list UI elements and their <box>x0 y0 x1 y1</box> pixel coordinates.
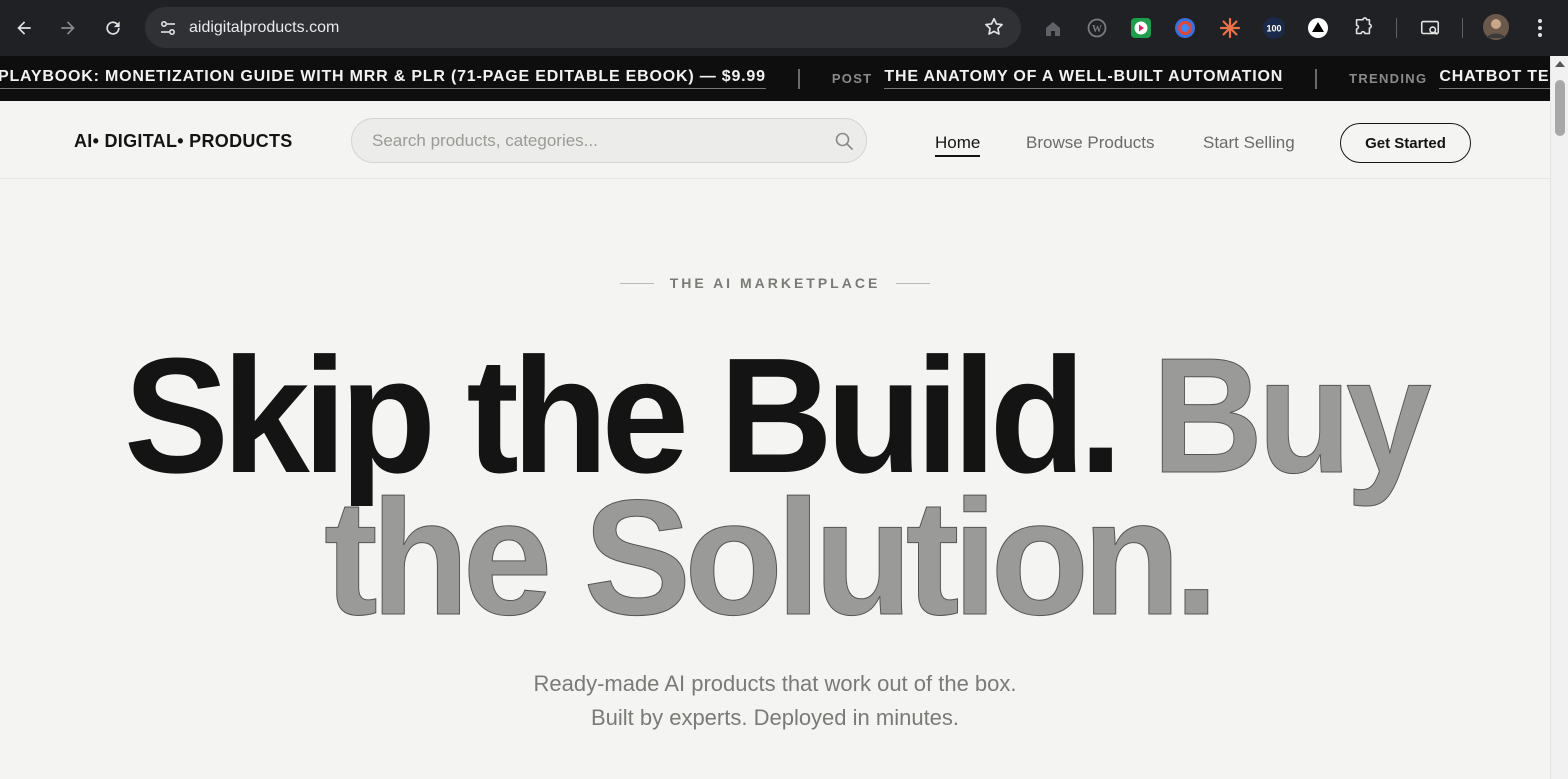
reload-button[interactable] <box>96 11 130 45</box>
menu-kebab-icon[interactable] <box>1528 16 1552 40</box>
hero-eyebrow: THE AI MARKETPLACE <box>0 275 1550 291</box>
svg-text:100: 100 <box>1266 24 1281 34</box>
site-logo[interactable]: AI• DIGITAL• PRODUCTS <box>74 131 293 152</box>
hero-subtitle-line1: Ready-made AI products that work out of … <box>533 671 1017 696</box>
toolbar-divider <box>1462 18 1463 38</box>
scroll-thumb[interactable] <box>1555 80 1565 136</box>
avatar[interactable] <box>1483 14 1509 40</box>
green-play-icon[interactable] <box>1129 16 1153 40</box>
100-badge-icon[interactable]: 100 <box>1262 16 1286 40</box>
toolbar-divider <box>1396 18 1397 38</box>
eyebrow-line-left <box>619 282 654 284</box>
hero-subtitle-line2: Built by experts. Deployed in minutes. <box>590 705 960 730</box>
browser-toolbar: aidigitalproducts.com W 100 <box>0 0 1568 56</box>
scroll-up-icon[interactable] <box>1555 61 1565 67</box>
site-settings-icon[interactable] <box>153 13 183 43</box>
eyebrow-line-right <box>896 282 931 284</box>
ticker-link[interactable]: THE ANATOMY OF A WELL-BUILT AUTOMATION <box>884 68 1284 89</box>
address-bar[interactable]: aidigitalproducts.com <box>145 7 1021 48</box>
headline-gray-solution: the Solution. <box>324 466 1212 630</box>
arrow-right-icon <box>61 21 75 35</box>
nav-browse-products[interactable]: Browse Products <box>1026 133 1155 153</box>
get-started-button[interactable]: Get Started <box>1340 123 1471 163</box>
wordpress-icon[interactable]: W <box>1085 16 1109 40</box>
svg-text:W: W <box>1092 24 1102 35</box>
eyebrow-text: THE AI MARKETPLACE <box>669 275 881 291</box>
nav-start-selling[interactable]: Start Selling <box>1203 133 1295 153</box>
search-input[interactable] <box>372 119 822 162</box>
orange-burst-icon[interactable] <box>1218 16 1242 40</box>
blue-circle-icon[interactable] <box>1173 16 1197 40</box>
ticker-item[interactable]: TRENDING CHATBOT TEMPL <box>1349 68 1550 89</box>
search-box[interactable] <box>351 118 867 163</box>
ticker-item[interactable]: PLAYBOOK: MONETIZATION GUIDE WITH MRR & … <box>0 68 766 89</box>
forward-button[interactable] <box>51 11 85 45</box>
hero-headline: Skip the Build. Buy the Solution. <box>124 330 1438 630</box>
tab-search-icon[interactable] <box>1418 16 1442 40</box>
ticker-tag: POST <box>831 71 873 86</box>
ticker-link[interactable]: PLAYBOOK: MONETIZATION GUIDE WITH MRR & … <box>0 68 766 89</box>
puzzle-icon[interactable] <box>1351 16 1375 40</box>
page-scrollbar[interactable] <box>1550 56 1568 779</box>
ticker-link[interactable]: CHATBOT TEMPL <box>1439 68 1550 89</box>
news-ticker: PLAYBOOK: MONETIZATION GUIDE WITH MRR & … <box>0 56 1550 101</box>
home-icon[interactable] <box>1041 16 1065 40</box>
arrow-left-icon <box>17 21 31 35</box>
triangle-icon[interactable] <box>1306 16 1330 40</box>
ticker-item[interactable]: POST THE ANATOMY OF A WELL-BUILT AUTOMAT… <box>831 68 1284 89</box>
search-icon[interactable] <box>834 131 854 151</box>
reload-icon <box>106 21 120 35</box>
site-header: AI• DIGITAL• PRODUCTS Home Browse Produc… <box>0 101 1550 179</box>
nav-home[interactable]: Home <box>935 133 981 157</box>
ticker-separator <box>1315 68 1318 89</box>
bookmark-star-icon[interactable] <box>983 16 1005 43</box>
ticker-tag: TRENDING <box>1349 71 1428 86</box>
url-text[interactable]: aidigitalproducts.com <box>189 19 339 37</box>
back-button[interactable] <box>7 11 41 45</box>
ticker-separator <box>797 68 800 89</box>
